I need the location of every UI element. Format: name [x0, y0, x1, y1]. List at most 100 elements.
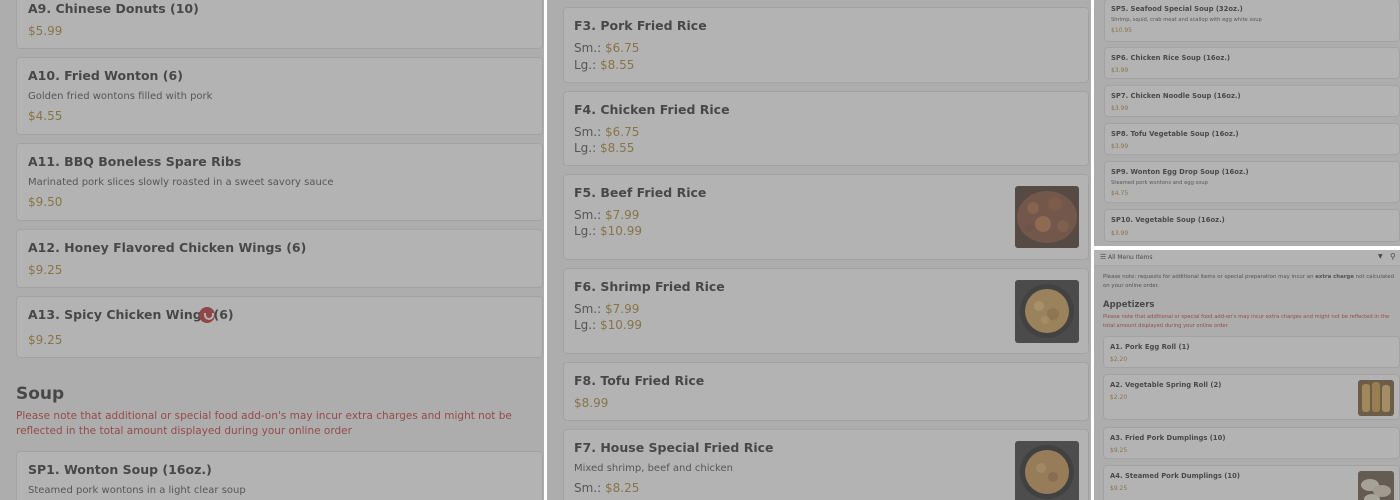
item-price-large: Lg.: $10.99: [574, 224, 642, 238]
filter-label: All Menu Items: [1108, 254, 1153, 261]
item-price: $9.50: [28, 195, 63, 209]
size-label: Sm.:: [574, 302, 602, 316]
menu-item-a3[interactable]: A3. Fried Pork Dumplings (10) $9.25: [1103, 427, 1400, 459]
item-description: Steamed pork wontons and egg soup: [1111, 180, 1208, 186]
item-price-large: Lg.: $8.55: [574, 141, 634, 155]
price-value: $8.55: [600, 141, 635, 155]
menu-item-a2[interactable]: A2. Vegetable Spring Roll (2) $2.20: [1103, 374, 1400, 420]
spicy-pepper-icon: [199, 307, 215, 323]
item-price: $10.95: [1111, 27, 1132, 34]
menu-item-sp6[interactable]: SP6. Chicken Rice Soup (16oz.) $3.99: [1104, 47, 1400, 79]
menu-item-sp8[interactable]: SP8. Tofu Vegetable Soup (16oz.) $3.99: [1104, 123, 1400, 155]
section-note: Please note that additional or special f…: [1103, 314, 1390, 329]
size-label: Lg.:: [574, 224, 597, 238]
menu-item-f8[interactable]: F8. Tofu Fried Rice $8.99: [563, 362, 1089, 421]
menu-item-sp10[interactable]: SP10. Vegetable Soup (16oz.) $3.99: [1104, 209, 1400, 242]
item-price: $5.99: [28, 24, 63, 38]
item-name: A11. BBQ Boneless Spare Ribs: [28, 154, 242, 169]
item-price: $3.99: [1111, 67, 1129, 74]
menu-item-f6[interactable]: F6. Shrimp Fried Rice Sm.: $7.99 Lg.: $1…: [563, 268, 1089, 354]
size-label: Lg.:: [574, 318, 597, 332]
menu-item-a12[interactable]: A12. Honey Flavored Chicken Wings (6) $9…: [16, 229, 543, 288]
price-value: $8.55: [600, 58, 635, 72]
item-name: F4. Chicken Fried Rice: [574, 102, 730, 117]
chevron-down-icon[interactable]: ▼: [1378, 253, 1383, 260]
spring-roll-photo: [1358, 380, 1394, 416]
item-price: $2.20: [1110, 394, 1128, 401]
item-name: SP8. Tofu Vegetable Soup (16oz.): [1111, 130, 1239, 138]
item-name: A1. Pork Egg Roll (1): [1110, 343, 1190, 351]
item-name: SP7. Chicken Noodle Soup (16oz.): [1111, 92, 1241, 100]
item-name: A12. Honey Flavored Chicken Wings (6): [28, 240, 307, 255]
price-value: $6.75: [605, 125, 640, 139]
price-value: $7.99: [605, 302, 640, 316]
item-description: Shrimp, squid, crab meat and scallop wit…: [1111, 17, 1262, 23]
search-icon[interactable]: ⚲: [1390, 252, 1396, 261]
item-price-large: Lg.: $10.99: [574, 318, 642, 332]
house-special-fried-rice-photo: [1015, 441, 1079, 500]
item-name: A10. Fried Wonton (6): [28, 68, 183, 83]
item-price: $8.99: [574, 396, 609, 410]
menu-item-a13[interactable]: A13. Spicy Chicken Wings (6) $9.25: [16, 296, 543, 358]
item-price-small: Sm.: $6.75: [574, 41, 639, 55]
menu-item-sp5[interactable]: SP5. Seafood Special Soup (32oz.) Shrimp…: [1104, 0, 1400, 42]
category-filter-bar[interactable]: ☰ All Menu Items ▼ ⚲: [1094, 250, 1400, 266]
item-description: Steamed pork wontons in a light clear so…: [28, 485, 246, 496]
item-description: Mixed shrimp, beef and chicken: [574, 463, 733, 474]
menu-panel-fried-rice: F3. Pork Fried Rice Sm.: $6.75 Lg.: $8.5…: [547, 0, 1091, 500]
price-value: $10.99: [600, 318, 642, 332]
section-heading-soup: Soup: [16, 384, 65, 404]
price-value: $6.75: [605, 41, 640, 55]
item-price: $3.99: [1111, 230, 1129, 237]
item-description: Marinated pork slices slowly roasted in …: [28, 177, 334, 188]
dumplings-photo: [1358, 471, 1394, 500]
notice-text: Please note: requests for additional ite…: [1103, 274, 1316, 280]
item-name: SP6. Chicken Rice Soup (16oz.): [1111, 54, 1230, 62]
item-name: SP9. Wonton Egg Drop Soup (16oz.): [1111, 168, 1249, 176]
item-name: F3. Pork Fried Rice: [574, 18, 707, 33]
order-notice: Please note: requests for additional ite…: [1103, 273, 1395, 291]
item-name: A4. Steamed Pork Dumplings (10): [1110, 472, 1240, 480]
menu-item-a1[interactable]: A1. Pork Egg Roll (1) $2.20: [1103, 336, 1400, 368]
menu-item-a11[interactable]: A11. BBQ Boneless Spare Ribs Marinated p…: [16, 143, 543, 221]
notice-emphasis: extra charge: [1315, 274, 1354, 280]
menu-item-sp9[interactable]: SP9. Wonton Egg Drop Soup (16oz.) Steame…: [1104, 161, 1400, 203]
item-name: F8. Tofu Fried Rice: [574, 373, 705, 388]
menu-item-a10[interactable]: A10. Fried Wonton (6) Golden fried wonto…: [16, 57, 543, 135]
menu-item-f5[interactable]: F5. Beef Fried Rice Sm.: $7.99 Lg.: $10.…: [563, 174, 1089, 260]
item-price: $2.20: [1110, 356, 1128, 363]
menu-item-a4[interactable]: A4. Steamed Pork Dumplings (10) $9.25: [1103, 465, 1400, 500]
item-price: $3.99: [1111, 105, 1129, 112]
section-note: Please note that additional or special f…: [16, 410, 512, 437]
item-name: SP1. Wonton Soup (16oz.): [28, 462, 212, 477]
menu-item-sp7[interactable]: SP7. Chicken Noodle Soup (16oz.) $3.99: [1104, 85, 1400, 117]
menu-panel-soups: SP5. Seafood Special Soup (32oz.) Shrimp…: [1094, 0, 1400, 246]
price-value: $10.99: [600, 224, 642, 238]
item-price-small: Sm.: $7.99: [574, 302, 639, 316]
menu-item-f3[interactable]: F3. Pork Fried Rice Sm.: $6.75 Lg.: $8.5…: [563, 7, 1089, 83]
item-name: A3. Fried Pork Dumplings (10): [1110, 434, 1226, 442]
item-price: $9.25: [28, 333, 63, 347]
item-name: A9. Chinese Donuts (10): [28, 1, 199, 16]
menu-panel-appetizers-top: ☰ All Menu Items ▼ ⚲ Please note: reques…: [1094, 250, 1400, 500]
size-label: Lg.:: [574, 58, 597, 72]
beef-fried-rice-photo: [1015, 186, 1079, 248]
item-name: F7. House Special Fried Rice: [574, 440, 774, 455]
menu-item-a9[interactable]: A9. Chinese Donuts (10) $5.99: [16, 0, 543, 49]
item-price: $4.55: [28, 109, 63, 123]
size-label: Sm.:: [574, 208, 602, 222]
menu-item-sp1[interactable]: SP1. Wonton Soup (16oz.) Steamed pork wo…: [16, 451, 543, 500]
item-price-large: Lg.: $8.55: [574, 58, 634, 72]
item-name: A2. Vegetable Spring Roll (2): [1110, 381, 1222, 389]
size-label: Sm.:: [574, 125, 602, 139]
item-description: Golden fried wontons filled with pork: [28, 91, 213, 102]
item-price: $9.25: [28, 263, 63, 277]
item-name: SP10. Vegetable Soup (16oz.): [1111, 216, 1225, 224]
shrimp-fried-rice-photo: [1015, 280, 1079, 343]
item-name: F6. Shrimp Fried Rice: [574, 279, 725, 294]
size-label: Sm.:: [574, 481, 602, 495]
menu-item-f7[interactable]: F7. House Special Fried Rice Mixed shrim…: [563, 429, 1089, 500]
menu-item-f4[interactable]: F4. Chicken Fried Rice Sm.: $6.75 Lg.: $…: [563, 91, 1089, 166]
item-price: $9.25: [1110, 485, 1128, 492]
item-price: $9.25: [1110, 447, 1128, 454]
